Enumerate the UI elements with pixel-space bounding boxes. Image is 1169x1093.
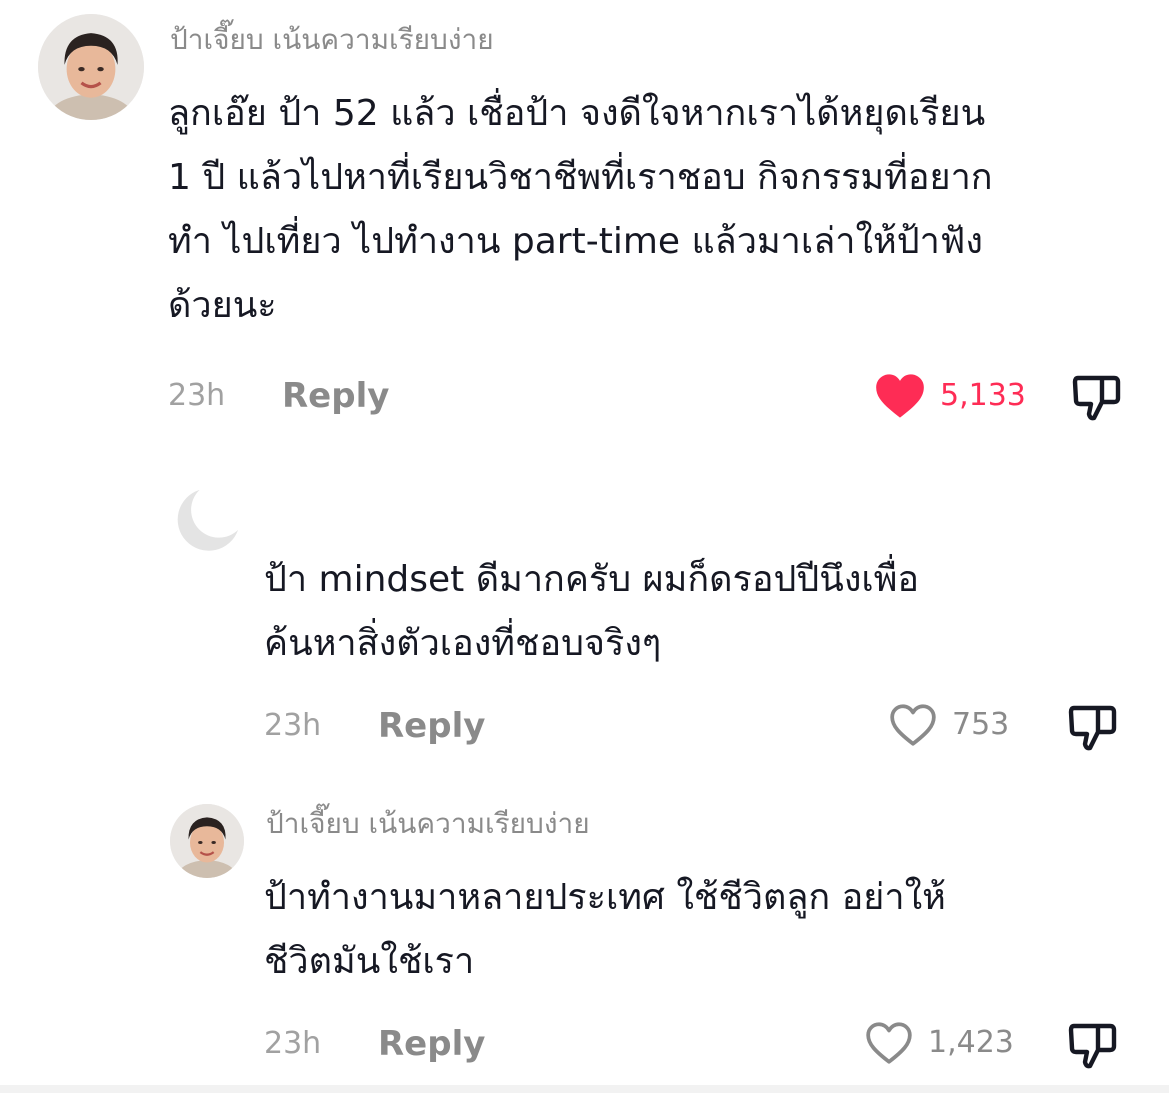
replier-avatar[interactable] bbox=[170, 804, 244, 878]
dislike-button[interactable] bbox=[1068, 704, 1120, 756]
comment-line: ทำ ไปเที่ยว ไปทำงาน part-time แล้วมาเล่า… bbox=[168, 221, 983, 262]
dislike-button[interactable] bbox=[1068, 1022, 1120, 1074]
like-count: 5,133 bbox=[940, 378, 1026, 413]
comment-line: ลูกเอ๊ย ป้า 52 แล้ว เชื่อป้า จงดีใจหากเร… bbox=[168, 93, 986, 134]
replier-username[interactable]: ป้าเจี๊ยบ เน้นความเรียบง่าย bbox=[266, 806, 590, 842]
reply-line: ป้า mindset ดีมากครับ ผมก็ดรอปปีนึงเพื่อ bbox=[264, 559, 920, 600]
like-count: 753 bbox=[952, 707, 1010, 742]
commenter-avatar[interactable] bbox=[38, 14, 144, 120]
reply-timestamp: 23h bbox=[264, 1026, 322, 1061]
reply-timestamp: 23h bbox=[264, 708, 322, 743]
like-button[interactable]: 1,423 bbox=[864, 1020, 1014, 1066]
comment-line: 1 ปี แล้วไปหาที่เรียนวิชาชีพที่เราชอบ กิ… bbox=[168, 157, 993, 198]
profile-photo bbox=[170, 804, 244, 878]
reply-button[interactable]: Reply bbox=[282, 376, 389, 416]
reply-line: ป้าทำงานมาหลายประเทศ ใช้ชีวิตลูก อย่าให้ bbox=[264, 877, 946, 918]
profile-photo bbox=[38, 14, 144, 120]
reply-button[interactable]: Reply bbox=[378, 1024, 485, 1064]
thumbs-down-icon bbox=[1068, 1023, 1117, 1069]
dislike-button[interactable] bbox=[1072, 374, 1124, 426]
comment-line: ด้วยนะ bbox=[168, 285, 277, 326]
moon-avatar bbox=[172, 486, 242, 556]
bottom-divider bbox=[0, 1085, 1169, 1093]
replier-avatar[interactable] bbox=[170, 484, 244, 558]
heart-outline-icon bbox=[866, 1022, 912, 1064]
thumbs-down-icon bbox=[1068, 705, 1117, 751]
like-count: 1,423 bbox=[928, 1025, 1014, 1060]
obscured-mention bbox=[818, 826, 888, 834]
commenter-username[interactable]: ป้าเจี๊ยบ เน้นความเรียบง่าย bbox=[170, 22, 494, 58]
heart-filled-icon bbox=[876, 374, 924, 418]
like-button[interactable]: 5,133 bbox=[874, 372, 1026, 420]
reply-body: ป้า mindset ดีมากครับ ผมก็ดรอปปีนึงเพื่อ… bbox=[264, 548, 919, 676]
reply-line: ค้นหาสิ่งตัวเองที่ชอบจริงๆ bbox=[264, 623, 662, 664]
comment-timestamp: 23h bbox=[168, 378, 226, 413]
reply-button[interactable]: Reply bbox=[378, 706, 485, 746]
heart-outline-icon bbox=[890, 704, 936, 746]
reply-body: ป้าทำงานมาหลายประเทศ ใช้ชีวิตลูก อย่าให้… bbox=[264, 866, 946, 994]
comment-body: ลูกเอ๊ย ป้า 52 แล้ว เชื่อป้า จงดีใจหากเร… bbox=[168, 82, 993, 338]
thumbs-down-icon bbox=[1072, 375, 1121, 421]
reply-line: ชีวิตมันใช้เรา bbox=[264, 941, 475, 982]
comments-panel: ป้าเจี๊ยบ เน้นความเรียบง่าย ลูกเอ๊ย ป้า … bbox=[0, 0, 1169, 1093]
like-button[interactable]: 753 bbox=[888, 702, 1009, 748]
